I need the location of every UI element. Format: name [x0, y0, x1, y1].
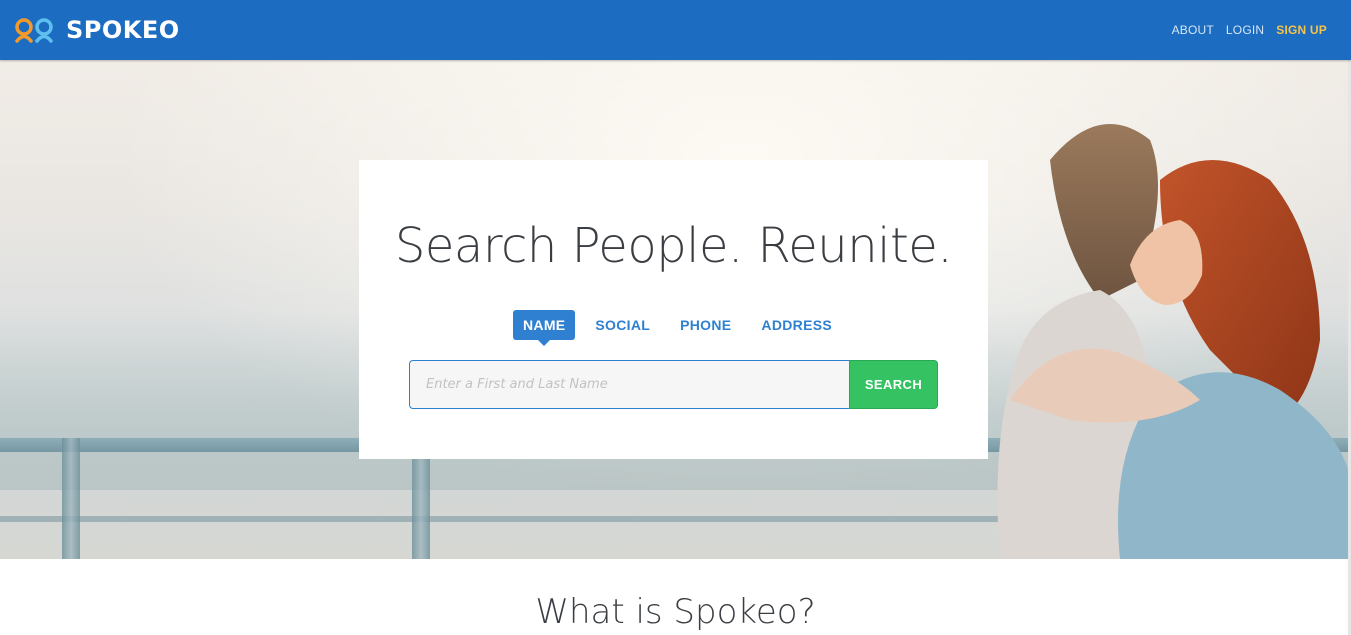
hugging-people-photo [997, 124, 1351, 559]
spokeo-logo[interactable]: SPOKEO [14, 16, 180, 44]
hero-headline: Search People. Reunite. [394, 218, 953, 274]
nav-signup-link[interactable]: SIGN UP [1276, 23, 1327, 37]
railing-post [62, 438, 80, 559]
search-button[interactable]: SEARCH [849, 360, 938, 409]
tab-address[interactable]: ADDRESS [751, 310, 842, 340]
search-form: SEARCH [409, 360, 938, 409]
tab-social[interactable]: SOCIAL [585, 310, 660, 340]
search-type-tabs: NAME SOCIAL PHONE ADDRESS [513, 310, 852, 346]
nav-login-link[interactable]: LOGIN [1226, 23, 1264, 37]
spokeo-logo-icon [15, 18, 53, 43]
name-search-input[interactable] [409, 360, 849, 409]
tab-phone[interactable]: PHONE [670, 310, 741, 340]
tab-name[interactable]: NAME [513, 310, 576, 346]
search-card: Search People. Reunite. NAME SOCIAL PHON… [359, 160, 988, 459]
what-is-spokeo-heading: What is Spokeo? [535, 592, 816, 632]
nav-about-link[interactable]: ABOUT [1172, 23, 1214, 37]
brand-name: SPOKEO [66, 16, 180, 44]
top-navigation-bar: SPOKEO ABOUT LOGIN SIGN UP [0, 0, 1351, 60]
header-nav: ABOUT LOGIN SIGN UP [1172, 0, 1327, 60]
